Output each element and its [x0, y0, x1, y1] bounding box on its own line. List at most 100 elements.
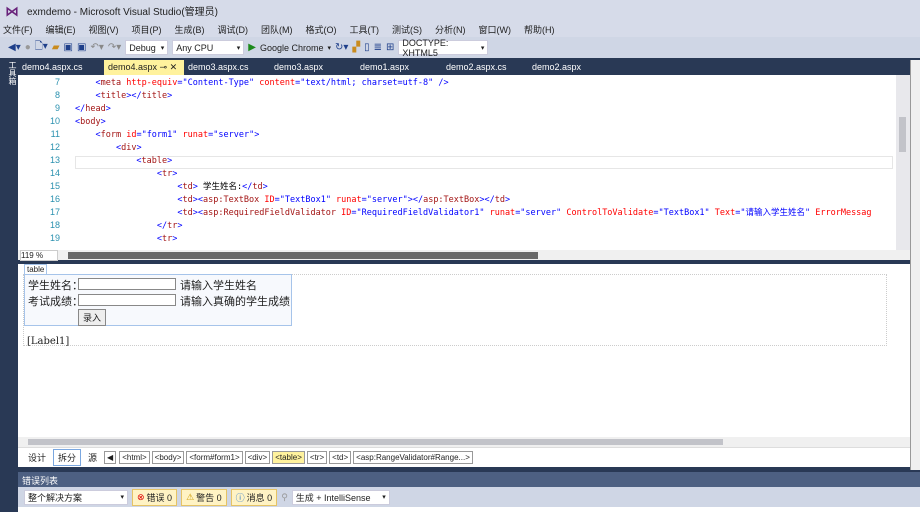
- code-token: >: [262, 182, 268, 192]
- menu-item[interactable]: 调试(D): [218, 23, 249, 36]
- browser-button[interactable]: Google Chrome: [260, 43, 324, 53]
- platform-dropdown[interactable]: Any CPU ▾: [172, 40, 245, 55]
- close-icon[interactable]: ✕: [170, 62, 178, 72]
- scroll-thumb[interactable]: [899, 117, 906, 152]
- tab-0[interactable]: demo4.aspx.cs: [18, 60, 104, 75]
- filter-icon[interactable]: ⚲: [281, 492, 288, 503]
- messages-filter-button[interactable]: ⓘ 消息 0: [230, 488, 278, 506]
- horizontal-scroll-thumb[interactable]: [68, 252, 538, 259]
- menu-item[interactable]: 生成(B): [175, 23, 205, 36]
- breadcrumb-item[interactable]: <form#form1>: [186, 451, 243, 464]
- code-token: meta: [100, 78, 122, 88]
- line-number: 19: [49, 233, 60, 243]
- config-value: Debug: [129, 42, 156, 53]
- pin-icon[interactable]: ⊸: [157, 62, 170, 72]
- code-token: ></: [126, 91, 142, 101]
- breadcrumb-item[interactable]: <table>: [272, 451, 305, 464]
- tag-breadcrumb: <html> <body> <form#form1> <div> <table> <tr>…: [119, 451, 473, 464]
- toolbox-tab[interactable]: 工具箱: [0, 58, 18, 470]
- code-token: runat: [484, 208, 516, 218]
- line-number: 15: [49, 181, 60, 191]
- outline-icon[interactable]: ⊞: [386, 42, 394, 53]
- code-token: head: [85, 104, 106, 114]
- refresh-icon[interactable]: ↻▾: [335, 42, 348, 53]
- document-icon[interactable]: ▯: [364, 42, 370, 53]
- source-view-button[interactable]: 源: [84, 450, 101, 465]
- label1[interactable]: [Label1]: [27, 336, 69, 347]
- warnings-filter-button[interactable]: ⚠ 警告 0: [181, 488, 227, 506]
- code-token: td: [494, 195, 505, 205]
- split-view-button[interactable]: 拆分: [53, 449, 82, 466]
- source-dropdown[interactable]: 生成 + IntelliSense ▾: [291, 489, 390, 505]
- breadcrumb-item[interactable]: <tr>: [306, 451, 328, 464]
- format-icon[interactable]: ≣: [374, 42, 382, 53]
- design-table[interactable]: 学生姓名： 请输入学生姓名 考试成绩： 请输入真确的学生成绩 录入: [24, 274, 292, 326]
- tab-label: demo1.aspx: [360, 62, 410, 72]
- code-token: </: [156, 221, 168, 231]
- scroll-thumb[interactable]: [28, 439, 723, 445]
- play-icon[interactable]: ▶: [248, 42, 256, 53]
- code-editor[interactable]: 7 8 9 10 11 12 13 14 15 16 17 18 19 <meta http-equiv…: [18, 75, 910, 250]
- errors-filter-button[interactable]: ⊗ 错误 0: [132, 488, 178, 506]
- redo-icon[interactable]: ↷▾: [108, 42, 121, 53]
- code-token: ="form1": [136, 130, 178, 140]
- new-project-icon[interactable]: 🗋▾: [35, 39, 48, 56]
- tab-2[interactable]: demo3.aspx.cs: [184, 60, 270, 75]
- breadcrumb-left-icon[interactable]: ◀: [104, 451, 117, 464]
- save-all-icon[interactable]: ▣: [77, 42, 86, 53]
- scope-dropdown[interactable]: 整个解决方案 ▾: [24, 489, 128, 505]
- doctype-dropdown[interactable]: DOCTYPE: XHTML5 ▾: [398, 38, 489, 58]
- code-token: tr: [162, 234, 173, 244]
- code-token: </: [75, 104, 86, 114]
- breadcrumb-item[interactable]: <body>: [151, 451, 185, 464]
- design-view[interactable]: table 学生姓名： 请输入学生姓名 考试成绩： 请输入真确的学生成绩 录入 …: [18, 264, 910, 437]
- undo-icon[interactable]: ↶▾: [90, 42, 103, 53]
- code-token: ="text/html; charset=utf-8": [295, 78, 434, 88]
- tab-5[interactable]: demo2.aspx.cs: [442, 60, 528, 75]
- menu-item[interactable]: 编辑(E): [46, 23, 76, 36]
- tab-6[interactable]: demo2.aspx: [528, 60, 614, 75]
- submit-button[interactable]: 录入: [78, 309, 107, 326]
- line-number-gutter: 7 8 9 10 11 12 13 14 15 16 17 18 19: [18, 75, 70, 250]
- menu-item[interactable]: 工具(T): [350, 23, 380, 36]
- menu-item[interactable]: 视图(V): [89, 23, 119, 36]
- tab-4[interactable]: demo1.aspx: [356, 60, 442, 75]
- toolbar: ◀▾ ● 🗋▾ ▰ ▣ ▣ ↶▾ ↷▾ Debug ▾ Any CPU ▾ ▶ Go…: [0, 37, 920, 58]
- score-textbox[interactable]: [78, 294, 176, 306]
- open-icon[interactable]: ▰: [52, 42, 60, 53]
- code-token: >: [172, 169, 178, 179]
- tab-1[interactable]: demo4.aspx ⊸ ✕: [104, 60, 184, 75]
- code-line: <body>: [75, 116, 106, 129]
- menu-item[interactable]: 窗口(W): [479, 23, 512, 36]
- errors-count: 错误 0: [146, 492, 173, 503]
- code-token: http-equiv: [121, 78, 178, 88]
- back-icon[interactable]: ◀▾: [8, 42, 21, 53]
- breadcrumb-item[interactable]: <div>: [244, 451, 271, 464]
- breadcrumb-item[interactable]: <html>: [119, 451, 150, 464]
- forward-icon[interactable]: ●: [25, 42, 31, 53]
- find-icon[interactable]: ▞: [352, 42, 360, 53]
- menu-item[interactable]: 格式(O): [306, 23, 337, 36]
- menu-item[interactable]: 团队(M): [261, 23, 293, 36]
- breadcrumb-item[interactable]: <asp:RangeValidator#Range...>: [353, 451, 473, 464]
- menu-item[interactable]: 项目(P): [132, 23, 162, 36]
- zoom-dropdown[interactable]: 119 %: [20, 250, 58, 261]
- tab-3[interactable]: demo3.aspx: [270, 60, 356, 75]
- config-dropdown[interactable]: Debug ▾: [125, 40, 169, 55]
- tab-label: demo3.aspx: [274, 62, 324, 72]
- save-icon[interactable]: ▣: [64, 42, 73, 53]
- error-icon: ⊗: [137, 491, 145, 502]
- code-token: >: [254, 130, 260, 140]
- menu-item[interactable]: 测试(S): [392, 23, 422, 36]
- design-horizontal-scrollbar[interactable]: [18, 437, 910, 447]
- menu-item[interactable]: 帮助(H): [524, 23, 555, 36]
- design-view-button[interactable]: 设计: [24, 450, 50, 465]
- menu-item[interactable]: 文件(F): [3, 23, 33, 36]
- menu-item[interactable]: 分析(N): [435, 23, 466, 36]
- breadcrumb-item[interactable]: <td>: [329, 451, 352, 464]
- vertical-scrollbar[interactable]: [896, 75, 910, 250]
- name-textbox[interactable]: [78, 278, 176, 290]
